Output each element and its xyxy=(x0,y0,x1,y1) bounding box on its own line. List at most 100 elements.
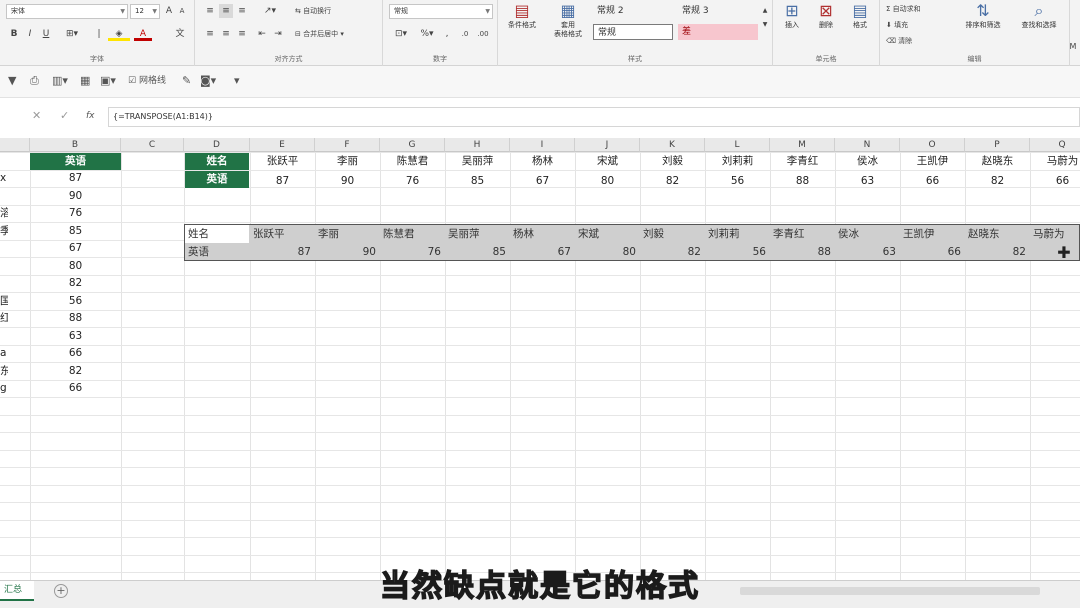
paste-name-cell[interactable]: 李丽 xyxy=(318,225,378,243)
underline-icon[interactable]: U xyxy=(40,27,52,41)
ribbon-overflow[interactable]: M xyxy=(1066,40,1080,54)
column-header-D[interactable]: D xyxy=(184,138,250,152)
merge-center-button[interactable]: ⊟ 合并后居中 ▾ xyxy=(295,27,377,41)
column-header-H[interactable]: H xyxy=(445,138,510,152)
bold-icon[interactable]: B xyxy=(8,27,20,41)
top-name-cell[interactable]: 吴丽萍 xyxy=(445,153,510,170)
conditional-format-button[interactable]: ▤ 条件格式 xyxy=(502,2,542,30)
top-name-cell[interactable]: 张跃平 xyxy=(250,153,315,170)
paste-score-cell[interactable]: 67 xyxy=(510,243,571,261)
top-score-cell[interactable]: 56 xyxy=(705,173,770,190)
name-cell-clipped[interactable]: 国 xyxy=(0,293,8,310)
style-bad[interactable]: 差 xyxy=(678,24,758,40)
score-cell[interactable]: 87 xyxy=(30,170,121,187)
column-header-G[interactable]: G xyxy=(380,138,445,152)
worksheet-grid[interactable]: B C D E F G H I J K L M N O P Q 英语 87 x 90 76 溶 85 季 67 80 82 56 国 88… xyxy=(0,138,1080,580)
paste-score-cell[interactable]: 88 xyxy=(770,243,831,261)
paste-name-cell[interactable]: 宋斌 xyxy=(578,225,638,243)
gridlines-checkbox[interactable]: ☑ 网格线 xyxy=(128,74,166,88)
column-header-L[interactable]: L xyxy=(705,138,770,152)
top-name-cell[interactable]: 马蔚为 xyxy=(1030,153,1080,170)
column-header-P[interactable]: P xyxy=(965,138,1030,152)
percent-icon[interactable]: %▾ xyxy=(417,27,437,41)
top-name-cell[interactable]: 刘毅 xyxy=(640,153,705,170)
insert-button[interactable]: ⊞ 插入 xyxy=(777,2,807,30)
styles-scroll-down-icon[interactable]: ▼ xyxy=(760,18,770,32)
table-icon[interactable]: ▦ xyxy=(80,74,90,88)
autosum-button[interactable]: Σ 自动求和 xyxy=(886,2,946,16)
align-bottom-icon[interactable]: ≡ xyxy=(235,4,249,18)
top-name-cell[interactable]: 王凯伊 xyxy=(900,153,965,170)
top-score-cell[interactable]: 63 xyxy=(835,173,900,190)
paste-score-cell[interactable]: 82 xyxy=(965,243,1026,261)
score-cell[interactable]: 85 xyxy=(30,223,121,240)
enter-icon[interactable]: ✓ xyxy=(60,109,69,123)
top-score-cell[interactable]: 80 xyxy=(575,173,640,190)
top-score-cell[interactable]: 66 xyxy=(900,173,965,190)
score-cell[interactable]: 90 xyxy=(30,188,121,205)
score-cell[interactable]: 66 xyxy=(30,380,121,397)
comma-icon[interactable]: , xyxy=(441,27,453,41)
name-cell-clipped[interactable]: x xyxy=(0,170,8,187)
column-header-A-clipped[interactable] xyxy=(0,138,30,152)
borders-icon[interactable]: ⊞▾ xyxy=(60,27,84,41)
name-cell-clipped[interactable]: 红 xyxy=(0,310,8,327)
score-cell[interactable]: 56 xyxy=(30,293,121,310)
delete-button[interactable]: ⊠ 删除 xyxy=(811,2,841,30)
paste-score-cell[interactable]: 82 xyxy=(640,243,701,261)
top-name-label[interactable]: 姓名 xyxy=(185,153,249,170)
name-cell-clipped[interactable]: a xyxy=(0,345,8,362)
style-normal-2[interactable]: 常规 2 xyxy=(593,3,673,19)
paint-icon[interactable]: ✎ xyxy=(182,74,191,88)
top-score-cell[interactable]: 82 xyxy=(965,173,1030,190)
decrease-indent-icon[interactable]: ⇤ xyxy=(255,27,269,41)
align-left-icon[interactable]: ≡ xyxy=(203,27,217,41)
fill-button[interactable]: ⬇ 填充 xyxy=(886,18,946,32)
table-format-button[interactable]: ▦ 套用 表格格式 xyxy=(548,2,588,39)
chart-icon[interactable]: ▥▾ xyxy=(52,74,68,88)
column-header-J[interactable]: J xyxy=(575,138,640,152)
style-normal-3[interactable]: 常规 3 xyxy=(678,3,758,19)
insert-function-icon[interactable]: fx xyxy=(86,109,95,123)
number-format-select[interactable]: 常规 ▼ xyxy=(389,4,493,19)
top-score-label[interactable]: 英语 xyxy=(185,171,249,188)
phonetic-icon[interactable]: 文 xyxy=(172,27,188,41)
cancel-icon[interactable]: ✕ xyxy=(32,109,41,123)
sort-filter-button[interactable]: ⇅ 排序和筛选 xyxy=(958,2,1008,30)
shrink-font-icon[interactable]: A xyxy=(176,4,188,18)
font-size-select[interactable]: 12 ▼ xyxy=(130,4,160,19)
clear-button[interactable]: ⌫ 清除 xyxy=(886,34,946,48)
styles-scroll-up-icon[interactable]: ▲ xyxy=(760,4,770,18)
paste-score-cell[interactable]: 90 xyxy=(315,243,376,261)
align-right-icon[interactable]: ≡ xyxy=(235,27,249,41)
paste-name-cell[interactable]: 刘毅 xyxy=(643,225,703,243)
column-header-Q[interactable]: Q xyxy=(1030,138,1080,152)
paste-score-cell[interactable]: 56 xyxy=(705,243,766,261)
screenshot-icon[interactable]: ⎙ xyxy=(30,74,39,88)
top-name-cell[interactable]: 李丽 xyxy=(315,153,380,170)
align-center-icon[interactable]: ≡ xyxy=(219,27,233,41)
name-cell-clipped[interactable]: 季 xyxy=(0,223,8,240)
paste-name-label[interactable]: 姓名 xyxy=(185,225,249,243)
increase-indent-icon[interactable]: ⇥ xyxy=(271,27,285,41)
font-name-select[interactable]: 宋体 ▼ xyxy=(6,4,128,19)
score-cell[interactable]: 80 xyxy=(30,258,121,275)
paste-score-label[interactable]: 英语 xyxy=(185,243,249,261)
score-cell[interactable]: 82 xyxy=(30,363,121,380)
fill-color-icon[interactable]: ◈ xyxy=(108,27,130,41)
paste-score-cell[interactable]: 85 xyxy=(445,243,506,261)
score-cell[interactable]: 76 xyxy=(30,205,121,222)
top-score-cell[interactable]: 88 xyxy=(770,173,835,190)
top-name-cell[interactable]: 杨林 xyxy=(510,153,575,170)
orientation-icon[interactable]: ↗▾ xyxy=(261,4,279,18)
top-name-cell[interactable]: 李青红 xyxy=(770,153,835,170)
english-header-cell[interactable]: 英语 xyxy=(30,153,121,170)
font-color-icon[interactable]: A xyxy=(134,27,152,41)
paste-name-cell[interactable]: 张跃平 xyxy=(253,225,313,243)
style-normal[interactable]: 常规 xyxy=(593,24,673,40)
column-header-M[interactable]: M xyxy=(770,138,835,152)
customize-toolbar-icon[interactable]: ▾ xyxy=(234,74,240,88)
column-header-C[interactable]: C xyxy=(121,138,184,152)
column-header-B[interactable]: B xyxy=(30,138,121,152)
paste-name-cell[interactable]: 马蔚为 xyxy=(1033,225,1080,243)
